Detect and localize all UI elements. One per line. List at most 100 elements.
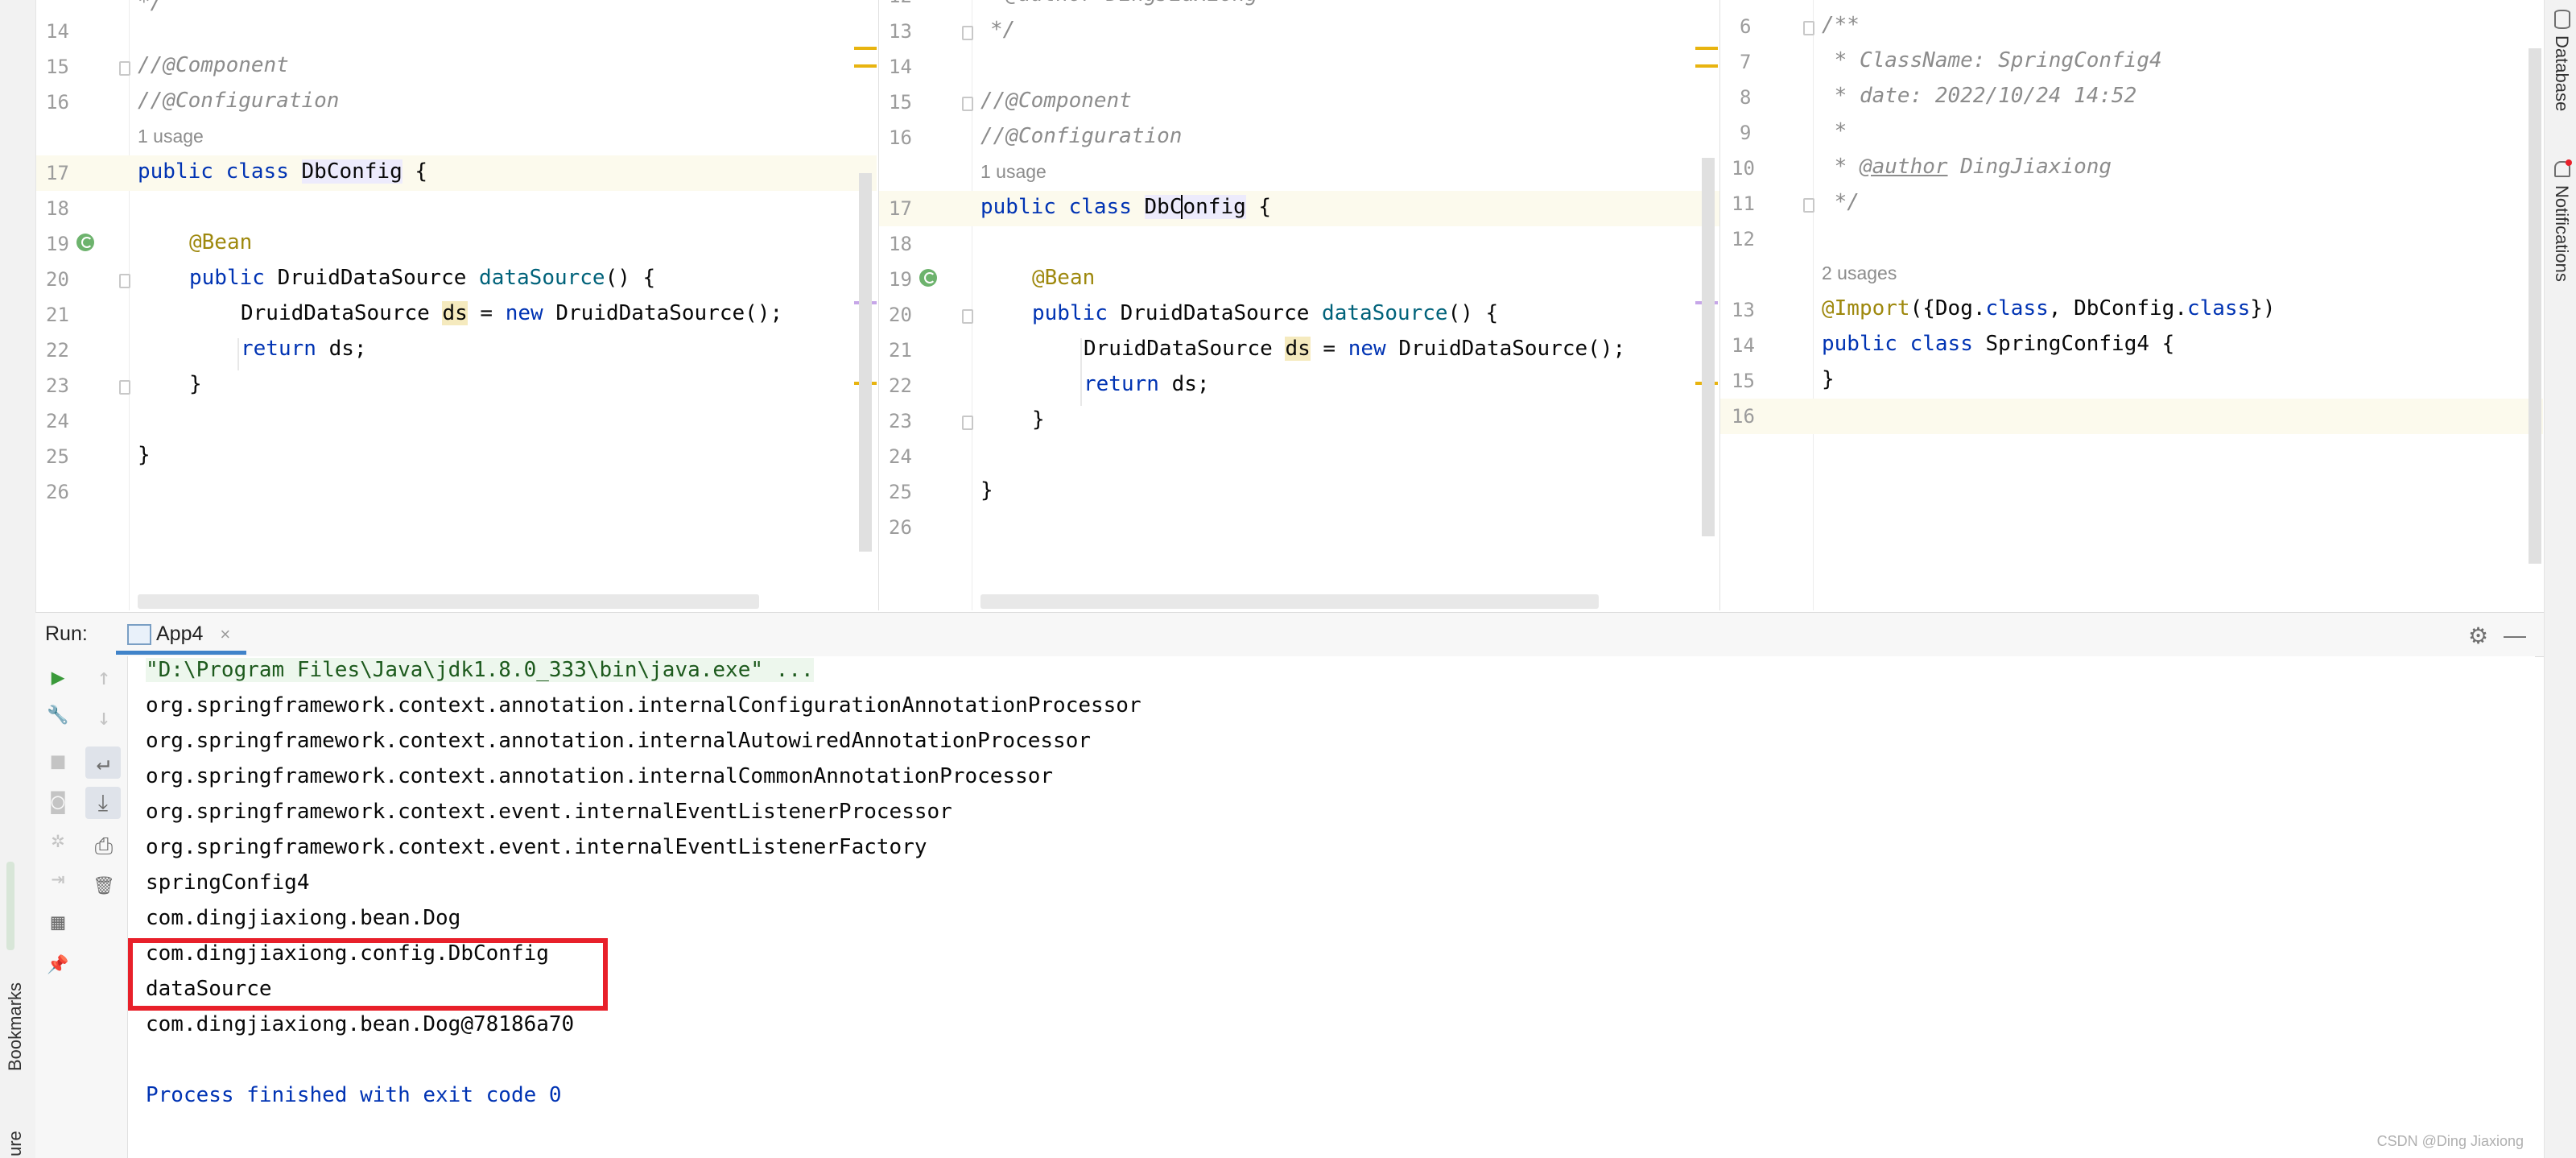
line-number: 18 bbox=[46, 197, 69, 220]
horizontal-scrollbar[interactable] bbox=[138, 594, 759, 609]
vertical-scrollbar[interactable] bbox=[2529, 48, 2541, 564]
code-comment: //@Component bbox=[980, 89, 1132, 113]
editor-pane-dbconfig-middle[interactable]: 12 13 14 15 16 17 18 19 20 21 22 23 24 2… bbox=[878, 0, 1719, 610]
console-line: com.dingjiaxiong.bean.Dog bbox=[146, 906, 461, 930]
fold-marker-icon[interactable] bbox=[119, 380, 130, 395]
line-number: 16 bbox=[889, 126, 912, 149]
console-line: org.springframework.context.annotation.i… bbox=[146, 693, 1141, 718]
line-number: 23 bbox=[46, 374, 69, 397]
rerun-icon[interactable]: ▶ bbox=[35, 661, 80, 693]
method-close-brace: } bbox=[1032, 407, 1045, 432]
line-number: 25 bbox=[46, 445, 69, 468]
database-icon[interactable] bbox=[2554, 10, 2570, 29]
down-arrow-icon[interactable]: ↓ bbox=[80, 701, 127, 734]
doc-comment: * bbox=[1822, 119, 1847, 143]
line-number: 15 bbox=[46, 56, 69, 78]
line-number: 19 bbox=[46, 233, 69, 255]
line-number: 17 bbox=[889, 197, 912, 220]
usage-hint[interactable]: 1 usage bbox=[980, 161, 1046, 183]
notifications-tab[interactable]: Notifications bbox=[2551, 185, 2572, 282]
doc-comment: /** bbox=[1822, 13, 1860, 37]
pin-icon[interactable]: 📌 bbox=[35, 949, 80, 982]
indent-guide bbox=[237, 338, 239, 370]
fold-marker-icon[interactable] bbox=[1803, 21, 1814, 35]
console-output[interactable]: "D:\Program Files\Java\jdk1.8.0_333\bin\… bbox=[128, 656, 2535, 1158]
line-number: 24 bbox=[46, 410, 69, 432]
run-tab-app4[interactable]: App4 × bbox=[116, 613, 247, 655]
line-number: 22 bbox=[46, 339, 69, 362]
database-tab[interactable]: Database bbox=[2551, 35, 2572, 111]
variable-declaration: DruidDataSource ds = new DruidDataSource… bbox=[1084, 337, 1626, 361]
class-close-brace: } bbox=[138, 443, 151, 467]
fold-marker-icon[interactable] bbox=[119, 274, 130, 288]
fold-marker-icon[interactable] bbox=[962, 416, 973, 430]
spring-bean-icon[interactable] bbox=[919, 269, 937, 287]
console-line: springConfig4 bbox=[146, 871, 310, 895]
import-annotation: @Import({Dog.class, DbConfig.class}) bbox=[1822, 296, 2276, 321]
warning-marker[interactable] bbox=[1695, 64, 1718, 68]
gear-icon[interactable]: ⚙ bbox=[2468, 622, 2488, 649]
stop-icon[interactable]: ■ bbox=[35, 745, 80, 777]
usage-hint[interactable]: 2 usages bbox=[1822, 263, 1897, 284]
minimize-icon[interactable]: — bbox=[2504, 622, 2526, 648]
console-line-exit: Process finished with exit code 0 bbox=[146, 1083, 562, 1107]
warning-marker[interactable] bbox=[854, 47, 877, 50]
fold-marker-icon[interactable] bbox=[962, 26, 973, 40]
bean-annotation: @Bean bbox=[189, 230, 253, 254]
warning-marker[interactable] bbox=[854, 64, 877, 68]
doc-comment: */ bbox=[1822, 190, 1860, 214]
class-declaration: public class DbConfig { bbox=[980, 195, 1272, 219]
class-declaration: public class SpringConfig4 { bbox=[1822, 332, 2175, 356]
line-number: 25 bbox=[889, 481, 912, 503]
line-number: 15 bbox=[1732, 370, 1755, 392]
structure-tab[interactable]: ure bbox=[5, 1131, 26, 1156]
console-line: org.springframework.context.event.intern… bbox=[146, 835, 927, 859]
close-icon[interactable]: × bbox=[220, 624, 230, 644]
line-number: 9 bbox=[1740, 122, 1752, 144]
line-number: 10 bbox=[1732, 157, 1755, 180]
spring-bean-icon[interactable] bbox=[76, 234, 94, 251]
fold-marker-icon[interactable] bbox=[119, 61, 130, 76]
current-line-highlight bbox=[1720, 399, 2543, 434]
usage-hint[interactable]: 1 usage bbox=[138, 126, 204, 147]
vertical-scrollbar[interactable] bbox=[1702, 158, 1715, 536]
line-number: 17 bbox=[46, 162, 69, 184]
scroll-to-end-icon[interactable]: ⤓ bbox=[85, 787, 121, 819]
fold-marker-icon[interactable] bbox=[962, 309, 973, 324]
line-number: 12 bbox=[889, 0, 912, 7]
watermark: CSDN @Ding Jiaxiong bbox=[2376, 1133, 2524, 1149]
login-icon[interactable]: ⇥ bbox=[35, 862, 80, 895]
console-line: org.springframework.context.annotation.i… bbox=[146, 764, 1054, 788]
editor-pane-dbconfig-left[interactable]: 14 15 16 17 18 19 20 21 22 23 24 25 26 *… bbox=[36, 0, 877, 610]
up-arrow-icon[interactable]: ↑ bbox=[80, 661, 127, 693]
horizontal-scrollbar[interactable] bbox=[980, 594, 1599, 609]
notification-dot bbox=[2566, 159, 2572, 166]
return-statement: return ds; bbox=[241, 337, 367, 361]
run-toolbar-secondary: ↑ ↓ ↵ ⤓ ⎙ 🗑 bbox=[80, 656, 128, 1158]
code-comment: //@Configuration bbox=[980, 124, 1183, 148]
layout-icon[interactable]: ▦ bbox=[35, 906, 80, 938]
print-icon[interactable]: ⎙ bbox=[80, 830, 127, 862]
soft-wrap-icon[interactable]: ↵ bbox=[85, 746, 121, 779]
class-close-brace: } bbox=[980, 478, 993, 502]
debug-icon[interactable]: ✲ bbox=[35, 824, 80, 856]
line-number: 13 bbox=[1732, 299, 1755, 321]
code-comment: */ bbox=[990, 18, 1016, 42]
wrench-icon[interactable]: 🔧 bbox=[35, 700, 80, 732]
line-number: 21 bbox=[889, 339, 912, 362]
camera-icon[interactable]: ◙ bbox=[35, 785, 80, 817]
run-toolbar-primary: ▶ 🔧 ■ ◙ ✲ ⇥ ▦ 📌 bbox=[35, 656, 80, 1158]
method-close-brace: } bbox=[189, 372, 202, 396]
fold-marker-icon[interactable] bbox=[1803, 198, 1814, 213]
bookmarks-tab[interactable]: Bookmarks bbox=[5, 982, 26, 1071]
code-comment: //@Component bbox=[138, 53, 289, 77]
line-number: 14 bbox=[889, 56, 912, 78]
code-comment: //@Configuration bbox=[138, 89, 340, 113]
warning-marker[interactable] bbox=[1695, 47, 1718, 50]
console-line-command: "D:\Program Files\Java\jdk1.8.0_333\bin\… bbox=[146, 658, 814, 682]
vertical-scrollbar[interactable] bbox=[859, 173, 872, 552]
trash-icon[interactable]: 🗑 bbox=[80, 871, 127, 903]
editor-pane-springconfig4[interactable]: 6 7 8 9 10 11 12 13 14 15 16 /** * Class… bbox=[1719, 0, 2543, 610]
fold-marker-icon[interactable] bbox=[962, 97, 973, 111]
return-statement: return ds; bbox=[1084, 372, 1210, 396]
